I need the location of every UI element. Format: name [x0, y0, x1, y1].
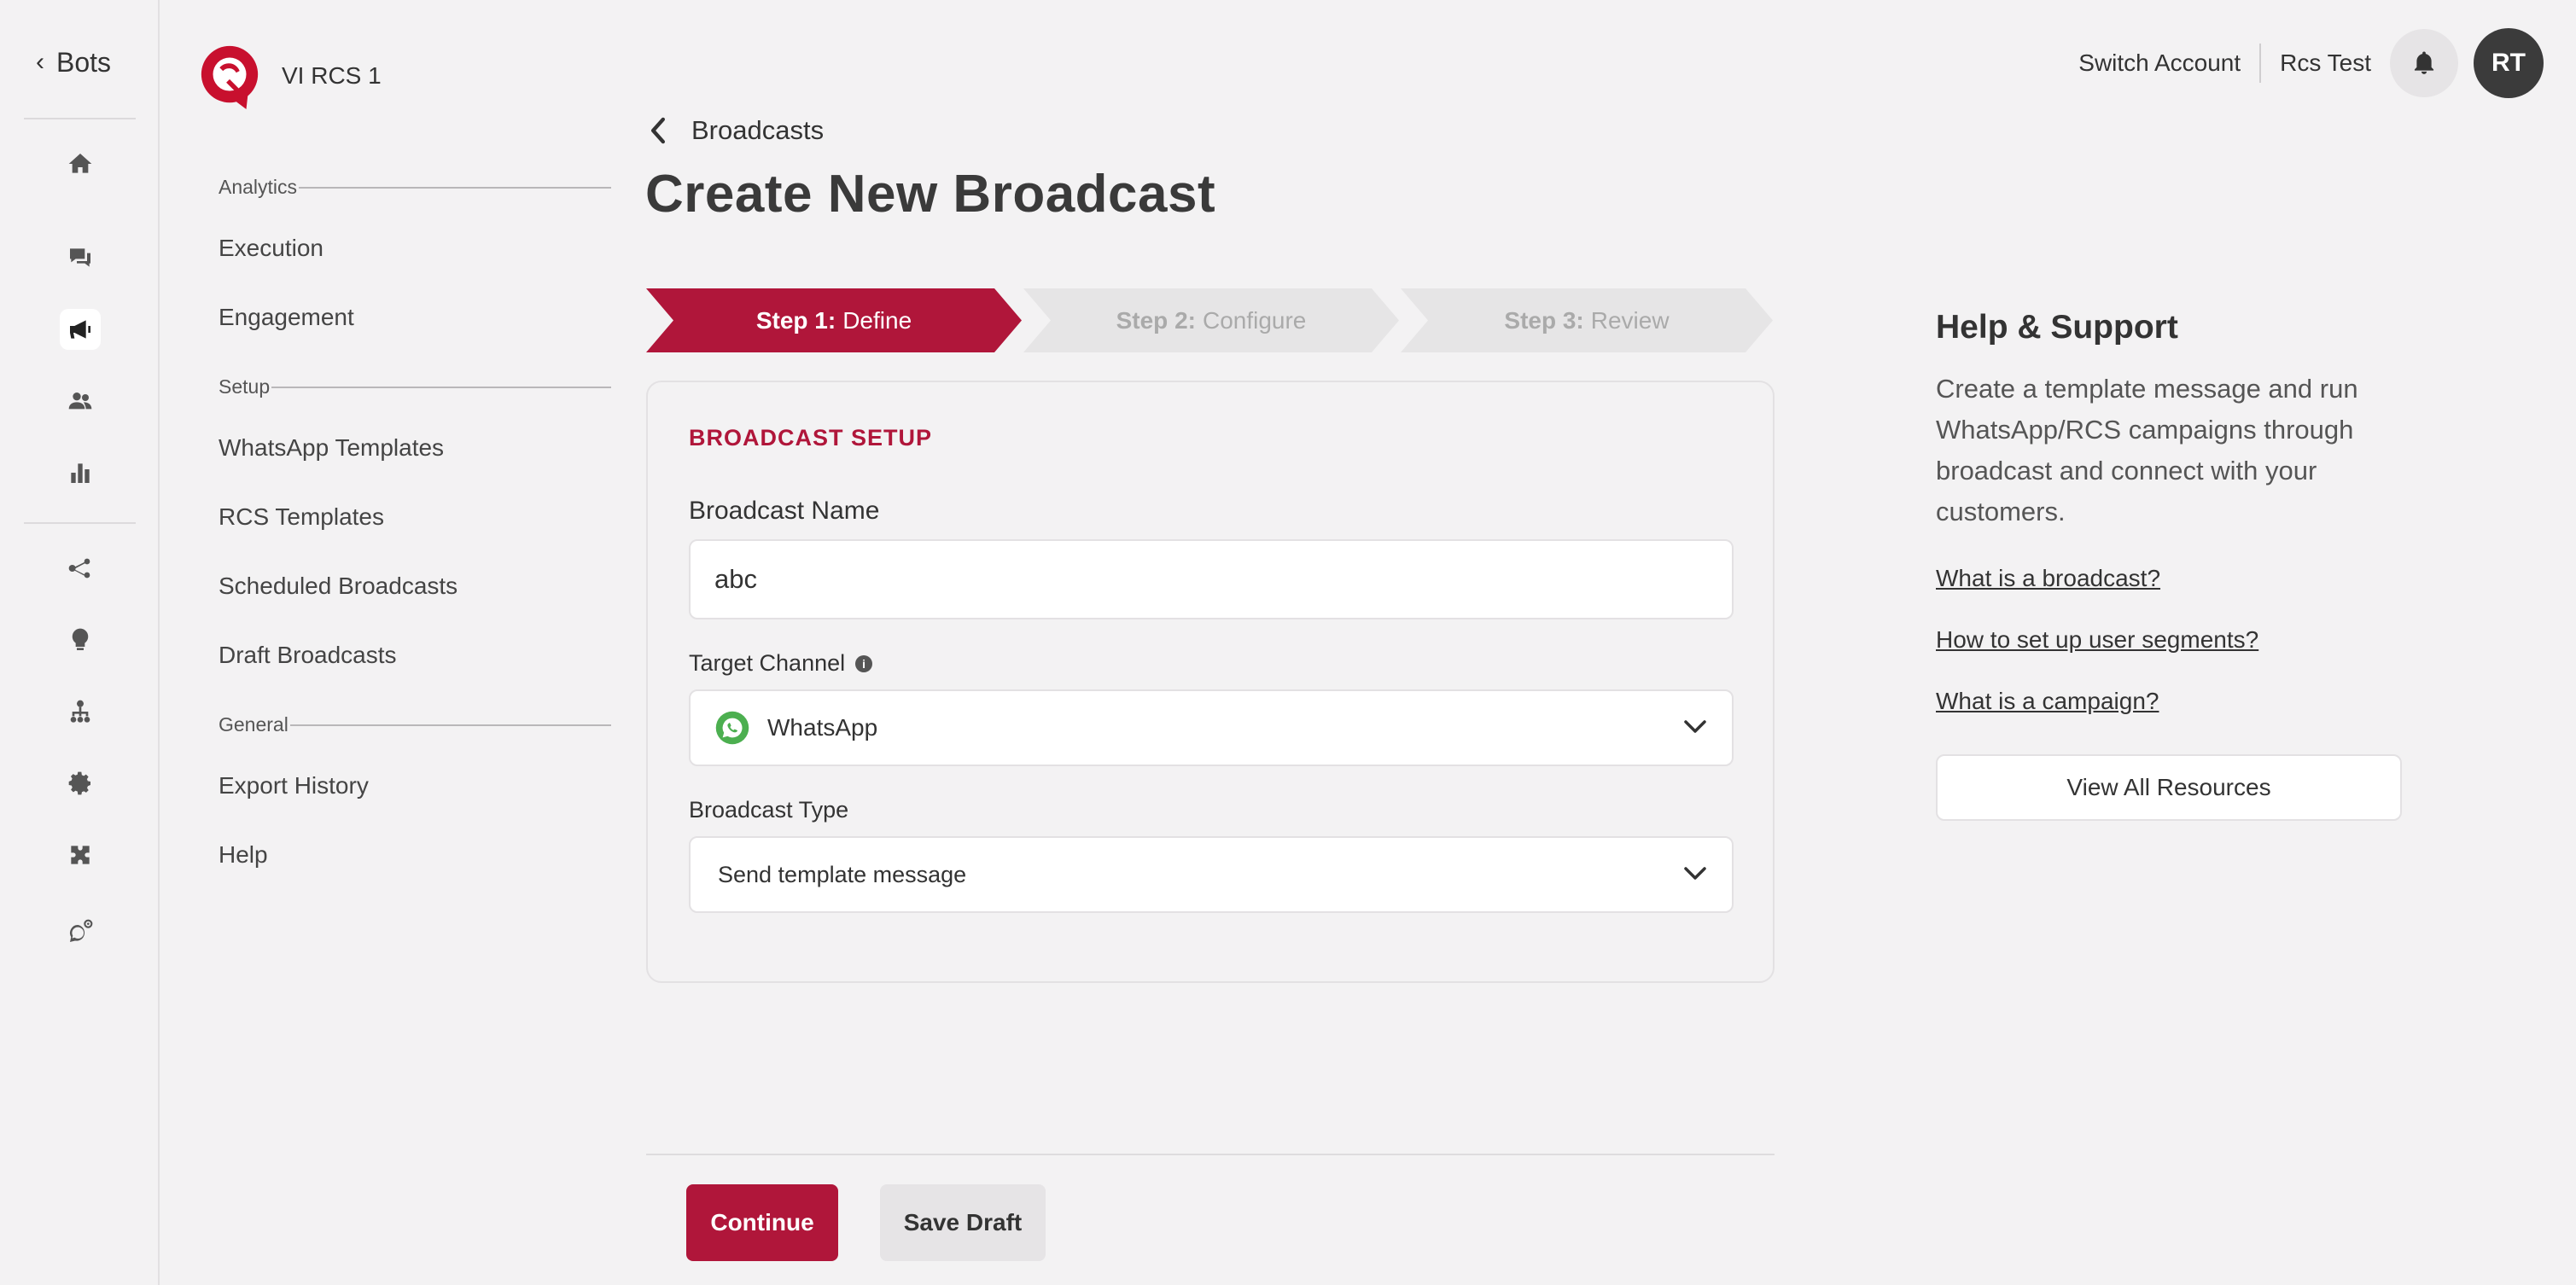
help-link-what-is-campaign[interactable]: What is a campaign? — [1936, 688, 2159, 715]
brand-name: VI RCS 1 — [282, 62, 382, 89]
sidebar-section-general: General — [219, 713, 611, 736]
sidebar-item-execution[interactable]: Execution — [219, 235, 323, 262]
bulb-icon[interactable] — [60, 619, 101, 660]
brand: VI RCS 1 — [196, 41, 382, 111]
chevron-left-icon — [651, 117, 665, 144]
user-name: Rcs Test — [2280, 49, 2371, 76]
bell-icon — [2414, 51, 2434, 74]
org-icon[interactable] — [60, 691, 101, 732]
notifications-button[interactable] — [2390, 29, 2458, 97]
sidebar-item-rcs-templates[interactable]: RCS Templates — [219, 503, 384, 531]
switch-account-link[interactable]: Switch Account — [2078, 49, 2241, 77]
target-channel-label: Target Channel i — [689, 650, 873, 677]
rail-divider — [24, 522, 136, 524]
broadcast-type-select[interactable]: Send template message — [689, 836, 1734, 913]
page-title: Create New Broadcast — [645, 165, 1216, 224]
chat-icon[interactable] — [60, 237, 101, 278]
flow-icon[interactable] — [60, 548, 101, 589]
sidebar-section-analytics: Analytics — [219, 176, 611, 199]
megaphone-icon[interactable] — [60, 309, 101, 350]
top-bar: Switch Account Rcs Test RT — [2078, 28, 2544, 98]
broadcast-type-label: Broadcast Type — [689, 797, 849, 823]
broadcast-name-label: Broadcast Name — [689, 497, 880, 525]
icon-rail: ‹ Bots — [0, 0, 160, 1285]
sidebar-item-export-history[interactable]: Export History — [219, 772, 369, 799]
breadcrumb-label: Broadcasts — [691, 115, 825, 145]
broadcast-name-value: abc — [714, 564, 757, 594]
info-icon[interactable]: i — [855, 655, 873, 672]
avatar[interactable]: RT — [2474, 28, 2544, 98]
stepper: Step 1: Define Step 2: Configure Step 3: Re… — [646, 288, 1773, 352]
help-body: Create a template message and run WhatsA… — [1936, 374, 2358, 526]
view-all-resources-button[interactable]: View All Resources — [1936, 754, 2402, 821]
users-icon[interactable] — [60, 381, 101, 422]
sidebar-item-draft-broadcasts[interactable]: Draft Broadcasts — [219, 642, 397, 669]
gear-icon[interactable] — [60, 763, 101, 804]
broadcast-setup-card: BROADCAST SETUP Broadcast Name abc Targe… — [646, 381, 1775, 983]
sidebar-item-help[interactable]: Help — [219, 841, 268, 869]
rail-divider — [24, 118, 136, 119]
brand-logo-icon — [201, 45, 259, 109]
back-label: Bots — [56, 46, 112, 78]
target-channel-value: WhatsApp — [767, 714, 878, 741]
chevron-left-icon: ‹ — [36, 48, 44, 76]
breadcrumb[interactable]: Broadcasts — [649, 111, 824, 150]
chevron-down-icon — [1682, 862, 1708, 888]
sidebar-item-engagement[interactable]: Engagement — [219, 304, 354, 331]
help-link-user-segments[interactable]: How to set up user segments? — [1936, 626, 2258, 654]
whatsapp-icon — [715, 711, 749, 745]
target-channel-select[interactable]: WhatsApp — [689, 689, 1734, 766]
sidebar-item-scheduled-broadcasts[interactable]: Scheduled Broadcasts — [219, 573, 458, 600]
back-to-bots-link[interactable]: ‹ Bots — [36, 43, 111, 82]
step-define[interactable]: Step 1: Define — [646, 288, 1022, 352]
chevron-down-icon — [1682, 714, 1708, 741]
sidebar-section-setup: Setup — [219, 375, 611, 398]
sidebar-item-whatsapp-templates[interactable]: WhatsApp Templates — [219, 434, 444, 462]
puzzle-icon[interactable] — [60, 834, 101, 875]
help-title: Help & Support — [1936, 309, 2178, 346]
bar-chart-icon[interactable] — [60, 452, 101, 493]
save-draft-button[interactable]: Save Draft — [880, 1184, 1046, 1261]
broadcast-type-value: Send template message — [718, 861, 967, 887]
help-link-what-is-broadcast[interactable]: What is a broadcast? — [1936, 565, 2160, 592]
top-bar-divider — [2259, 44, 2262, 83]
step-review[interactable]: Step 3: Review — [1401, 288, 1773, 352]
section-title: BROADCAST SETUP — [689, 425, 933, 451]
broadcast-name-input[interactable]: abc — [689, 539, 1734, 619]
home-icon[interactable] — [60, 143, 101, 184]
continue-button[interactable]: Continue — [686, 1184, 838, 1261]
whatsapp-settings-icon[interactable] — [60, 911, 101, 952]
step-configure[interactable]: Step 2: Configure — [1023, 288, 1399, 352]
footer-divider — [646, 1154, 1775, 1155]
